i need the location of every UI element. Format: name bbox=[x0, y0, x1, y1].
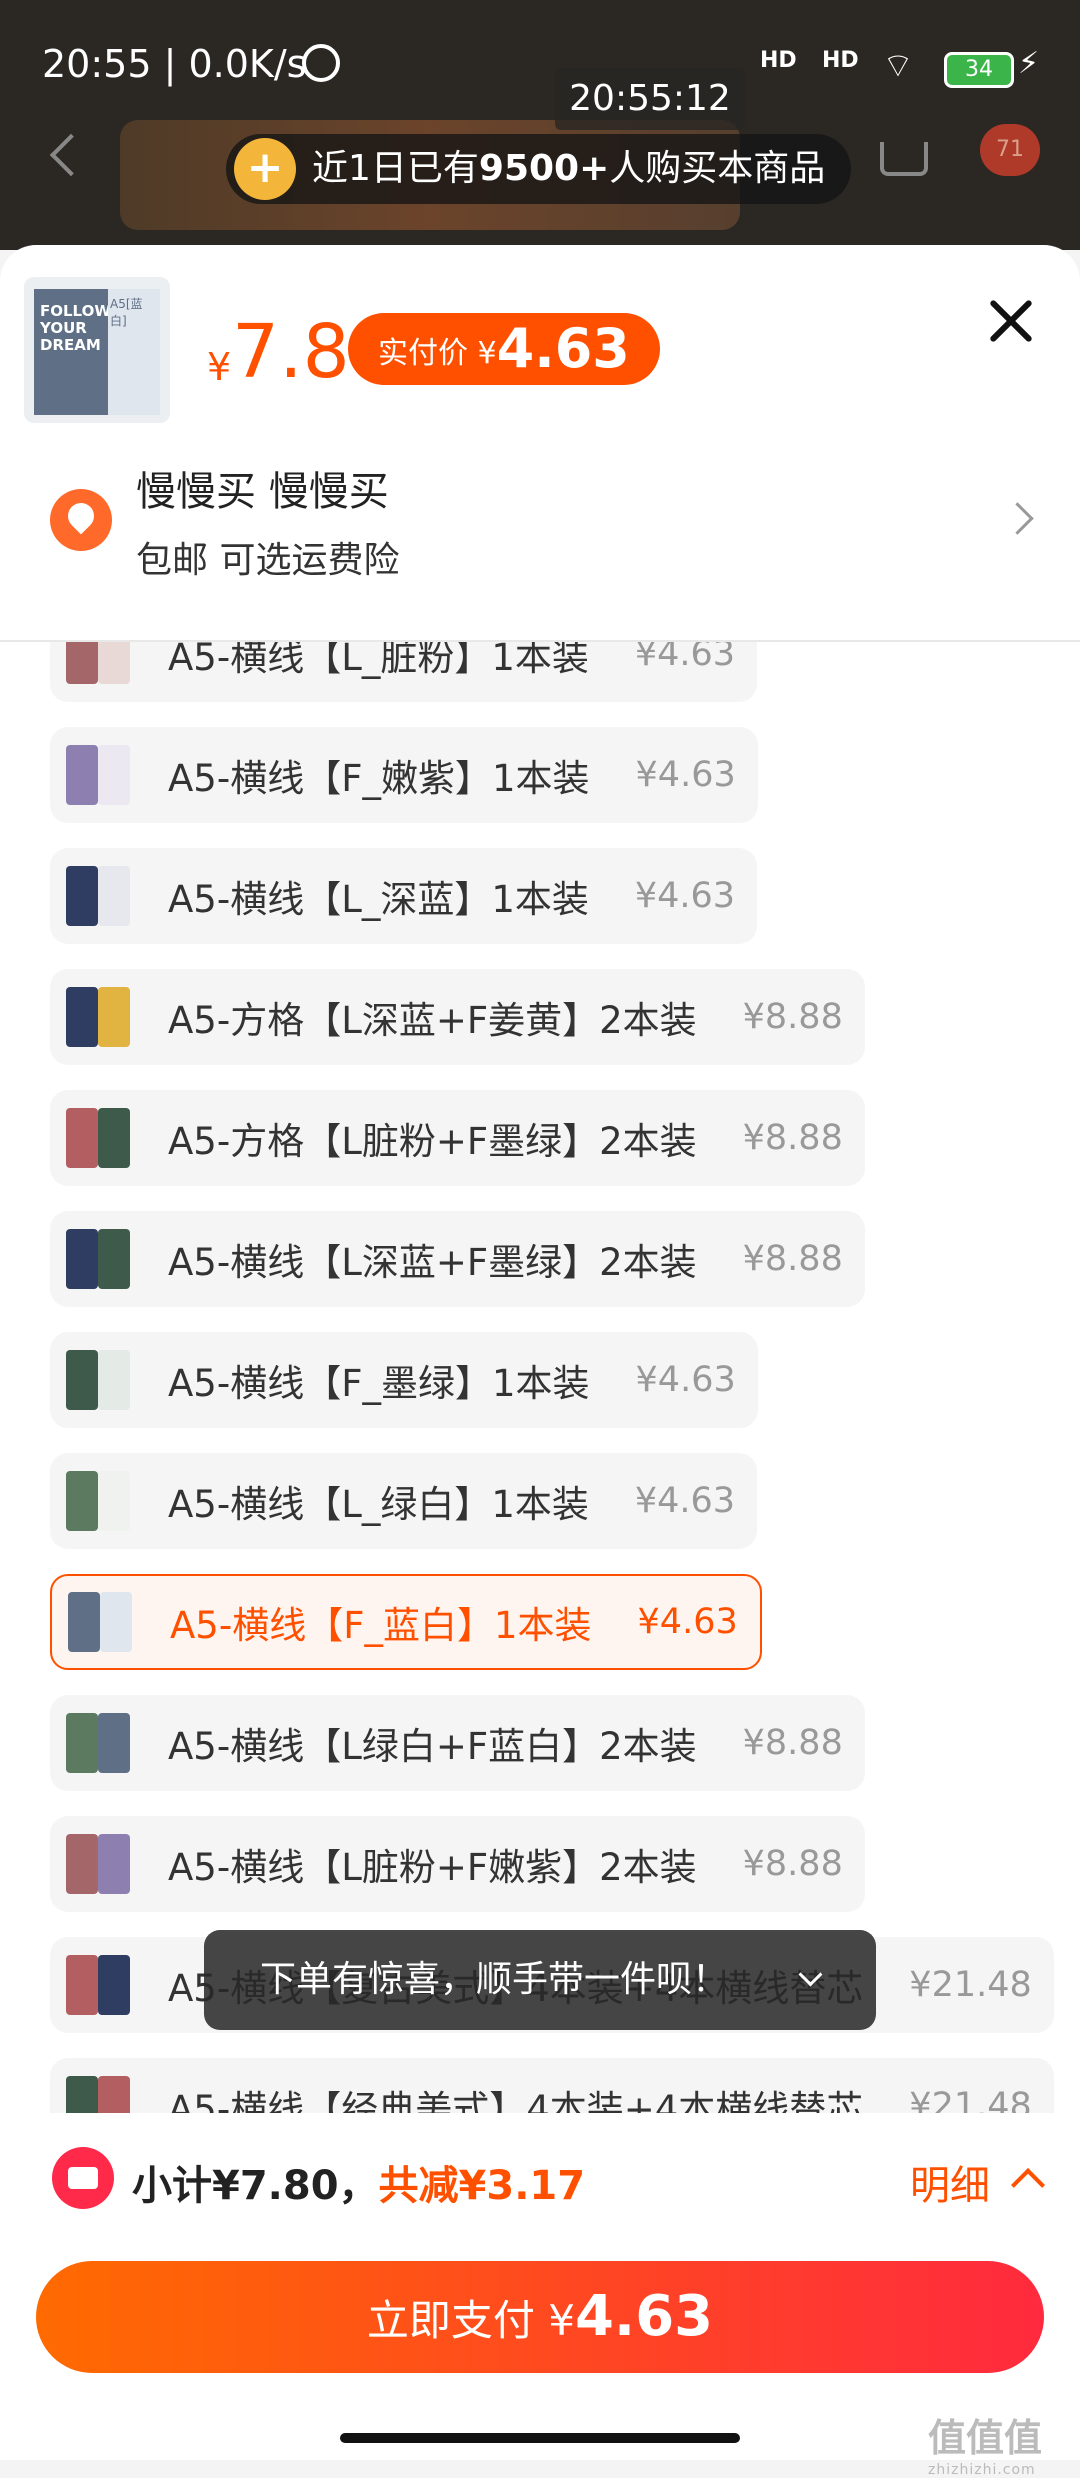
sku-label: A5-横线【L脏粉+F嫩紫】2本装 bbox=[168, 1846, 697, 1889]
thumbnail-tag: A5[蓝白] bbox=[108, 289, 160, 415]
sku-swatch bbox=[60, 1342, 136, 1418]
sku-label: A5-横线【F_嫩紫】1本装 bbox=[168, 757, 590, 800]
sku-swatch bbox=[60, 979, 136, 1055]
chevron-down-icon bbox=[798, 1962, 823, 1987]
checkout-footer: 小计¥7.80，共减¥3.17 明细 立即支付 ¥4.63 值值值 zhizhiz… bbox=[0, 2113, 1080, 2478]
sku-swatch bbox=[60, 1463, 136, 1539]
sku-label: A5-横线【F_墨绿】1本装 bbox=[168, 1362, 590, 1405]
sku-price: ¥4.63 bbox=[634, 876, 736, 916]
sku-label: A5-横线【L_深蓝】1本装 bbox=[168, 878, 589, 921]
clock-overlay: 20:55:12 bbox=[555, 68, 745, 130]
sku-option[interactable]: A5-横线【L绿白+F蓝白】2本装 ¥8.88 bbox=[50, 1695, 865, 1791]
sku-swatch bbox=[60, 858, 136, 934]
sku-option[interactable]: A5-横线【L_深蓝】1本装 ¥4.63 bbox=[50, 848, 758, 944]
sku-option-list[interactable]: A5-横线【L_脏粉】1本装 ¥4.63 A5-横线【F_嫩紫】1本装 ¥4.63 A5… bbox=[0, 642, 1080, 2358]
sku-price: ¥4.63 bbox=[635, 755, 736, 795]
product-price: 7.8 bbox=[232, 309, 350, 395]
sku-option[interactable]: A5-横线【L_绿白】1本装 ¥4.63 bbox=[50, 1453, 758, 1549]
product-thumbnail[interactable]: FOLLOW YOUR DREAM A5[蓝白] bbox=[24, 277, 170, 423]
cart-icon bbox=[880, 142, 928, 176]
sku-option[interactable]: A5-横线【L_脏粉】1本装 ¥4.63 bbox=[50, 642, 758, 702]
status-time: 20:55 | 0.0K/s bbox=[42, 42, 307, 86]
sku-price: ¥8.88 bbox=[742, 1723, 843, 1763]
sku-option[interactable]: A5-横线【L脏粉+F嫩紫】2本装 ¥8.88 bbox=[50, 1816, 865, 1912]
sku-label: A5-方格【L深蓝+F姜黄】2本装 bbox=[168, 999, 697, 1042]
purchase-count-banner: + 近1日已有9500+人购买本商品 bbox=[226, 134, 852, 204]
status-bar: 20:55 | 0.0K/s HD HD ⌔ 34 ⚡ bbox=[0, 0, 1080, 100]
sku-price: ¥8.88 bbox=[742, 1118, 843, 1158]
coupon-icon bbox=[52, 2147, 114, 2209]
sku-price: ¥8.88 bbox=[742, 997, 843, 1037]
discount-amount: 共减¥3.17 bbox=[378, 2163, 586, 2209]
sku-price: ¥8.88 bbox=[742, 1844, 843, 1884]
sku-label: A5-横线【L绿白+F蓝白】2本装 bbox=[168, 1725, 697, 1768]
sku-swatch bbox=[60, 1221, 136, 1297]
pay-now-button[interactable]: 立即支付 ¥4.63 bbox=[36, 2261, 1044, 2373]
sku-swatch bbox=[60, 1826, 136, 1902]
sku-option[interactable]: A5-横线【F_墨绿】1本装 ¥4.63 bbox=[50, 1332, 758, 1428]
charging-icon: ⚡ bbox=[1018, 46, 1040, 81]
sku-label: A5-横线【L_绿白】1本装 bbox=[168, 1483, 589, 1526]
home-indicator[interactable] bbox=[340, 2433, 740, 2443]
sku-swatch bbox=[60, 737, 136, 813]
wifi-icon: ⌔ bbox=[882, 46, 914, 86]
cart-badge: 71 bbox=[980, 124, 1040, 176]
sku-option[interactable]: A5-横线【F_蓝白】1本装 ¥4.63 bbox=[50, 1574, 762, 1670]
sku-price: ¥21.48 bbox=[909, 1965, 1032, 2005]
shipping-info: 包邮 可选运费险 bbox=[136, 540, 400, 581]
upsell-toast[interactable]: 下单有惊喜，顺手带一件呗！ bbox=[204, 1930, 876, 2030]
thumbnail-cover-text: FOLLOW YOUR DREAM bbox=[34, 289, 111, 415]
sku-price: ¥4.63 bbox=[634, 642, 736, 674]
signal-icon-2: HD bbox=[822, 48, 859, 73]
subtotal: 小计¥7.80，共减¥3.17 bbox=[132, 2163, 586, 2209]
sku-label: A5-横线【L深蓝+F墨绿】2本装 bbox=[168, 1241, 697, 1284]
shopping-bag-icon: + bbox=[234, 138, 296, 200]
sku-option[interactable]: A5-横线【L深蓝+F墨绿】2本装 ¥8.88 bbox=[50, 1211, 865, 1307]
sku-option[interactable]: A5-方格【L深蓝+F姜黄】2本装 ¥8.88 bbox=[50, 969, 865, 1065]
sku-option[interactable]: A5-横线【F_嫩紫】1本装 ¥4.63 bbox=[50, 727, 758, 823]
sku-label: A5-横线【F_蓝白】1本装 bbox=[170, 1604, 592, 1647]
sku-price: ¥8.88 bbox=[742, 1239, 843, 1279]
chevron-up-icon[interactable] bbox=[1011, 2168, 1045, 2202]
sku-price: ¥4.63 bbox=[634, 1481, 736, 1521]
price-currency: ¥ bbox=[207, 345, 232, 389]
address-name[interactable]: 慢慢买 慢慢买 bbox=[136, 459, 389, 517]
sku-option[interactable]: A5-方格【L脏粉+F墨绿】2本装 ¥8.88 bbox=[50, 1090, 865, 1186]
chevron-right-icon[interactable] bbox=[1001, 502, 1034, 535]
sku-swatch bbox=[60, 1947, 136, 2023]
sku-price: ¥4.63 bbox=[635, 1360, 736, 1400]
sku-swatch bbox=[62, 1584, 138, 1660]
location-icon bbox=[50, 489, 112, 551]
sku-label: A5-方格【L脏粉+F墨绿】2本装 bbox=[168, 1120, 697, 1163]
sku-swatch bbox=[60, 642, 136, 692]
alarm-icon bbox=[302, 44, 340, 82]
sku-swatch bbox=[60, 1100, 136, 1176]
sku-label: A5-横线【L_脏粉】1本装 bbox=[168, 642, 589, 679]
battery-icon: 34 bbox=[944, 52, 1014, 88]
sku-price: ¥4.63 bbox=[637, 1602, 738, 1642]
watermark-logo: 值值值 zhizhizhi.com bbox=[928, 2416, 1043, 2478]
close-icon[interactable] bbox=[986, 297, 1034, 345]
real-price-badge: 实付价 ¥4.63 bbox=[348, 313, 660, 385]
detail-toggle[interactable]: 明细 bbox=[910, 2153, 990, 2211]
sku-swatch bbox=[60, 1705, 136, 1781]
signal-icon: HD bbox=[760, 48, 797, 73]
